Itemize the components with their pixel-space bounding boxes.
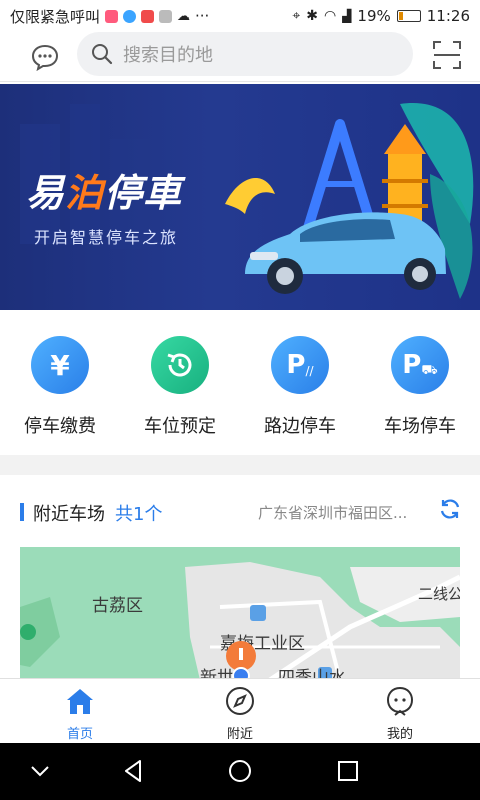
banner-slogan: 开启智慧停车之旅 — [34, 228, 179, 247]
cloud-icon: ☁ — [177, 8, 191, 24]
tab-profile[interactable]: 我的 — [360, 685, 440, 742]
map-location-pin-icon[interactable] — [225, 640, 257, 680]
tab-home[interactable]: 首页 — [40, 685, 120, 742]
battery-percent: 19% — [357, 7, 391, 25]
promo-banner[interactable]: 易泊停車 开启智慧停车之旅 — [0, 84, 480, 310]
action-roadside-parking[interactable]: P// 路边停车 — [240, 336, 360, 438]
app-notification-icon — [123, 9, 137, 23]
yen-icon: ¥ — [31, 336, 89, 394]
tab-label: 我的 — [386, 727, 413, 742]
banner-logo: 易泊停車 — [26, 162, 182, 217]
nearby-title: 附近车场 — [33, 504, 105, 525]
nearby-section: 附近车场 共1个 广东省深圳市福田区... 古荔区 二线公 嘉梅工业区 新世 四… — [0, 475, 480, 680]
search-icon — [91, 43, 113, 65]
message-icon[interactable] — [30, 42, 60, 72]
signal-icon: ▟ — [342, 9, 352, 23]
book-notification-icon — [141, 9, 155, 23]
bluetooth-icon: ✱ — [306, 8, 318, 24]
wifi-icon: ◠ — [323, 8, 337, 24]
section-divider — [0, 455, 480, 475]
bottom-tab-bar: 首页 附近 我的 — [0, 678, 480, 743]
nearby-count[interactable]: 共1个 — [115, 500, 162, 526]
logo-char-1: 易 — [26, 171, 66, 215]
search-placeholder: 搜索目的地 — [123, 45, 213, 66]
action-label: 车场停车 — [384, 416, 456, 437]
logo-char-3: 停車 — [104, 171, 183, 215]
quick-actions: ¥ 停车缴费 车位预定 P// 路边停车 P ⛟ 车场停车 — [0, 320, 480, 450]
search-bar[interactable]: 搜索目的地 — [77, 32, 413, 76]
clock: 11:26 — [426, 7, 470, 25]
battery-icon — [396, 10, 421, 22]
tab-label: 附近 — [226, 727, 253, 742]
scan-icon[interactable] — [432, 40, 462, 70]
home-icon — [40, 685, 120, 717]
logo-char-2: 泊 — [65, 171, 105, 215]
home-button-icon[interactable] — [226, 757, 254, 785]
action-label: 车位预定 — [144, 416, 216, 437]
action-lot-parking[interactable]: P ⛟ 车场停车 — [360, 336, 480, 438]
status-bar: 仅限紧急呼叫 ☁ ··· ⌖ ✱ ◠ ▟ 19% 11:26 — [0, 0, 480, 32]
map-district-label: 古荔区 — [92, 596, 143, 616]
profile-icon — [360, 685, 440, 717]
calendar-notification-icon — [105, 9, 119, 23]
more-notifications: ··· — [195, 7, 210, 25]
top-header: 搜索目的地 — [0, 32, 480, 82]
action-space-reservation[interactable]: 车位预定 — [120, 336, 240, 438]
system-nav-bar — [0, 743, 480, 800]
tab-label: 首页 — [66, 727, 93, 742]
collapse-icon[interactable] — [28, 759, 52, 783]
location-icon: ⌖ — [292, 8, 301, 24]
recents-icon[interactable] — [334, 757, 362, 785]
action-parking-payment[interactable]: ¥ 停车缴费 — [0, 336, 120, 438]
history-icon — [151, 336, 209, 394]
compass-icon — [200, 685, 280, 717]
current-address: 广东省深圳市福田区... — [258, 504, 408, 522]
parking-car-icon: P ⛟ — [391, 336, 449, 394]
text-notification-icon — [159, 9, 173, 23]
carrier-text: 仅限紧急呼叫 — [10, 7, 101, 26]
nearby-map[interactable]: 古荔区 二线公 嘉梅工业区 新世 四季山水 — [20, 547, 460, 680]
refresh-icon[interactable] — [438, 497, 462, 521]
roadside-parking-icon: P// — [271, 336, 329, 394]
action-label: 停车缴费 — [24, 416, 96, 437]
back-icon[interactable] — [120, 757, 148, 785]
map-road-label: 二线公 — [418, 585, 460, 603]
action-label: 路边停车 — [264, 416, 336, 437]
section-marker — [20, 503, 24, 521]
tab-nearby[interactable]: 附近 — [200, 685, 280, 742]
